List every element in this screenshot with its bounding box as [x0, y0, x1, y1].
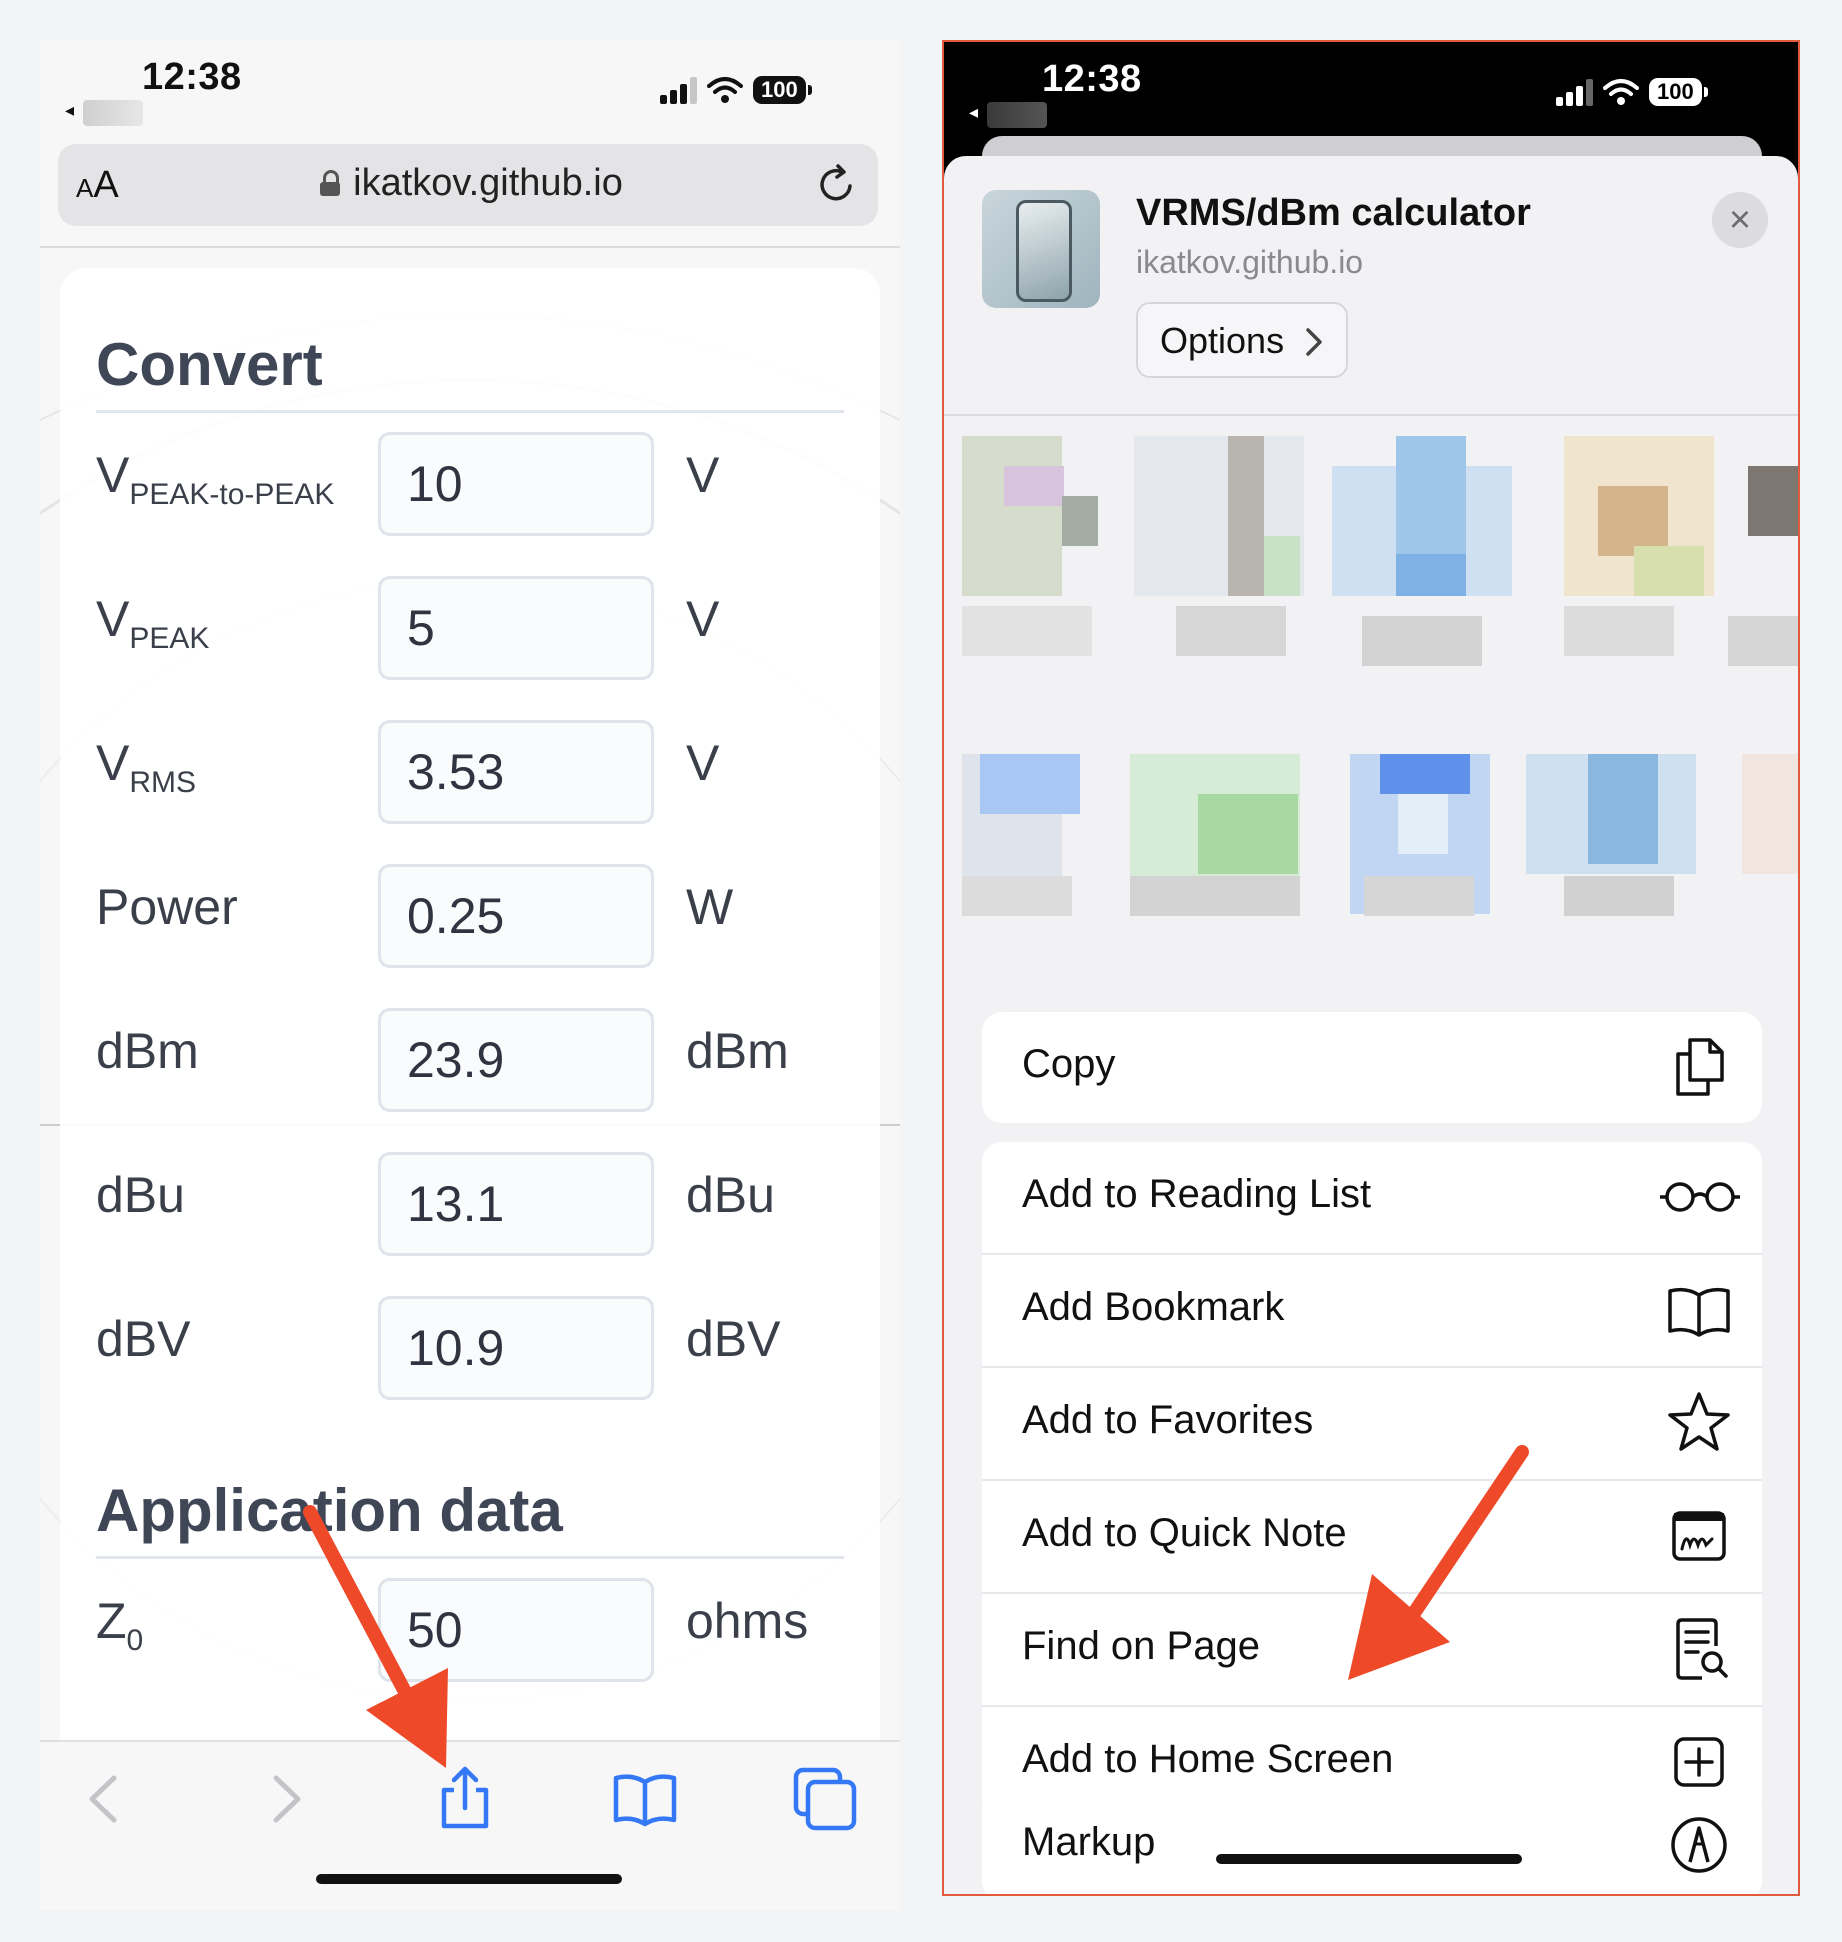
find-on-page-icon — [1676, 1618, 1728, 1680]
tabs-icon[interactable] — [790, 1764, 860, 1834]
share-title: VRMS/dBm calculator — [1136, 192, 1531, 234]
add-to-quick-note-label: Add to Quick Note — [1022, 1511, 1347, 1555]
quick-note-icon — [1672, 1511, 1726, 1561]
back-icon[interactable] — [70, 1764, 140, 1834]
share-sheet: VRMS/dBm calculator ikatkov.github.io Op… — [944, 156, 1798, 1894]
add-to-home-screen-label: Add to Home Screen — [1022, 1737, 1394, 1781]
forward-icon[interactable] — [250, 1764, 320, 1834]
input-vpeak[interactable]: 5 — [378, 576, 654, 680]
convert-heading-divider — [96, 410, 844, 413]
share-domain: ikatkov.github.io — [1136, 244, 1364, 280]
address-bar[interactable]: AA ikatkov.github.io — [58, 144, 878, 226]
close-button[interactable]: × — [1712, 192, 1768, 248]
share-sheet-screen: ◂ 12:38 100 VRMS/dBm calculator ikatkov.… — [942, 40, 1800, 1896]
status-bar: ◂ 12:38 100 — [40, 40, 900, 140]
home-indicator[interactable] — [1216, 1854, 1522, 1864]
share-targets-redacted[interactable] — [944, 436, 1798, 916]
add-to-favorites-label: Add to Favorites — [1022, 1398, 1314, 1442]
back-to-app-arrow[interactable]: ◂ — [65, 100, 74, 121]
find-on-page-label: Find on Page — [1022, 1624, 1260, 1668]
safari-toolbar — [40, 1740, 900, 1910]
input-power[interactable]: 0.25 — [378, 864, 654, 968]
add-to-quick-note-action[interactable]: Add to Quick Note — [982, 1481, 1762, 1594]
url-domain[interactable]: ikatkov.github.io — [58, 162, 878, 205]
label-vpeak-to-peak: VPEAK-to-PEAK — [96, 447, 335, 511]
markup-label: Markup — [1022, 1820, 1156, 1864]
status-bar: ◂ 12:38 100 — [944, 42, 1798, 142]
input-dbm[interactable]: 23.9 — [378, 1008, 654, 1112]
star-icon — [1668, 1392, 1730, 1451]
application-data-divider — [96, 1556, 844, 1559]
reload-icon[interactable] — [812, 160, 860, 208]
cellular-signal-icon — [660, 76, 697, 104]
unit-dbm: dBm — [686, 1023, 789, 1079]
label-dbm: dBm — [96, 1023, 199, 1079]
book-icon — [1668, 1287, 1730, 1337]
add-to-reading-list-label: Add to Reading List — [1022, 1172, 1372, 1216]
unit-dbu: dBu — [686, 1167, 775, 1223]
markup-action[interactable]: Markup — [982, 1790, 1762, 1894]
wifi-icon — [707, 77, 743, 103]
options-button[interactable]: Options — [1136, 302, 1348, 378]
status-icons: 100 — [1556, 78, 1708, 106]
label-z0: Z0 — [96, 1593, 144, 1657]
copy-action[interactable]: Copy — [982, 1012, 1762, 1123]
unit-vrms: V — [686, 735, 720, 791]
input-dbu[interactable]: 13.1 — [378, 1152, 654, 1256]
add-to-favorites-action[interactable]: Add to Favorites — [982, 1368, 1762, 1481]
input-vpeak-to-peak[interactable]: 10 — [378, 432, 654, 536]
battery-indicator: 100 — [1649, 78, 1708, 106]
address-bar-divider — [40, 246, 900, 248]
input-z0[interactable]: 50 — [378, 1578, 654, 1682]
wifi-icon — [1603, 79, 1639, 105]
add-square-icon — [1674, 1737, 1724, 1787]
status-icons: 100 — [660, 76, 812, 104]
label-dbu: dBu — [96, 1167, 185, 1223]
find-on-page-action[interactable]: Find on Page — [982, 1594, 1762, 1707]
input-dbv[interactable]: 10.9 — [378, 1296, 654, 1400]
unit-z0: ohms — [686, 1593, 809, 1649]
label-vrms: VRMS — [96, 735, 197, 799]
action-group-markup: Markup — [982, 1790, 1762, 1894]
cellular-signal-icon — [1556, 78, 1593, 106]
action-group-copy: Copy — [982, 1012, 1762, 1123]
convert-heading: Convert — [96, 331, 323, 398]
copy-icon — [1676, 1038, 1724, 1096]
converter-card: Convert VPEAK-to-PEAK 10 V VPEAK 5 V VRM… — [60, 268, 880, 1788]
unit-vpeak: V — [686, 591, 720, 647]
label-power: Power — [96, 879, 238, 935]
share-icon[interactable] — [430, 1764, 500, 1834]
label-dbv: dBV — [96, 1311, 191, 1367]
share-sheet-header: VRMS/dBm calculator ikatkov.github.io Op… — [944, 156, 1798, 416]
page-thumbnail — [982, 190, 1100, 308]
add-bookmark-label: Add Bookmark — [1022, 1285, 1285, 1329]
input-vrms[interactable]: 3.53 — [378, 720, 654, 824]
home-indicator[interactable] — [316, 1874, 622, 1884]
application-data-heading: Application data — [96, 1477, 563, 1544]
add-bookmark-action[interactable]: Add Bookmark — [982, 1255, 1762, 1368]
unit-dbv: dBV — [686, 1311, 781, 1367]
markup-icon — [1671, 1817, 1727, 1873]
glasses-icon — [1660, 1182, 1740, 1212]
back-to-app-label-redacted[interactable] — [83, 100, 143, 126]
chevron-right-icon — [1306, 328, 1322, 356]
back-to-app-label-redacted[interactable] — [987, 102, 1047, 128]
safari-page-screen: ◂ 12:38 100 AA ikatkov.github.io Convert… — [40, 40, 900, 1910]
status-time: 12:38 — [142, 56, 242, 98]
label-vpeak: VPEAK — [96, 591, 210, 655]
unit-power: W — [686, 879, 734, 935]
action-group-main: Add to Reading List Add Bookmark Add to … — [982, 1142, 1762, 1818]
add-to-reading-list-action[interactable]: Add to Reading List — [982, 1142, 1762, 1255]
copy-label: Copy — [1022, 1042, 1116, 1086]
header-divider — [944, 414, 1798, 416]
unit-vpeak-to-peak: V — [686, 447, 720, 503]
status-time: 12:38 — [1042, 58, 1142, 100]
bookmarks-icon[interactable] — [610, 1764, 680, 1834]
battery-indicator: 100 — [753, 76, 812, 104]
back-to-app-arrow[interactable]: ◂ — [969, 102, 978, 123]
